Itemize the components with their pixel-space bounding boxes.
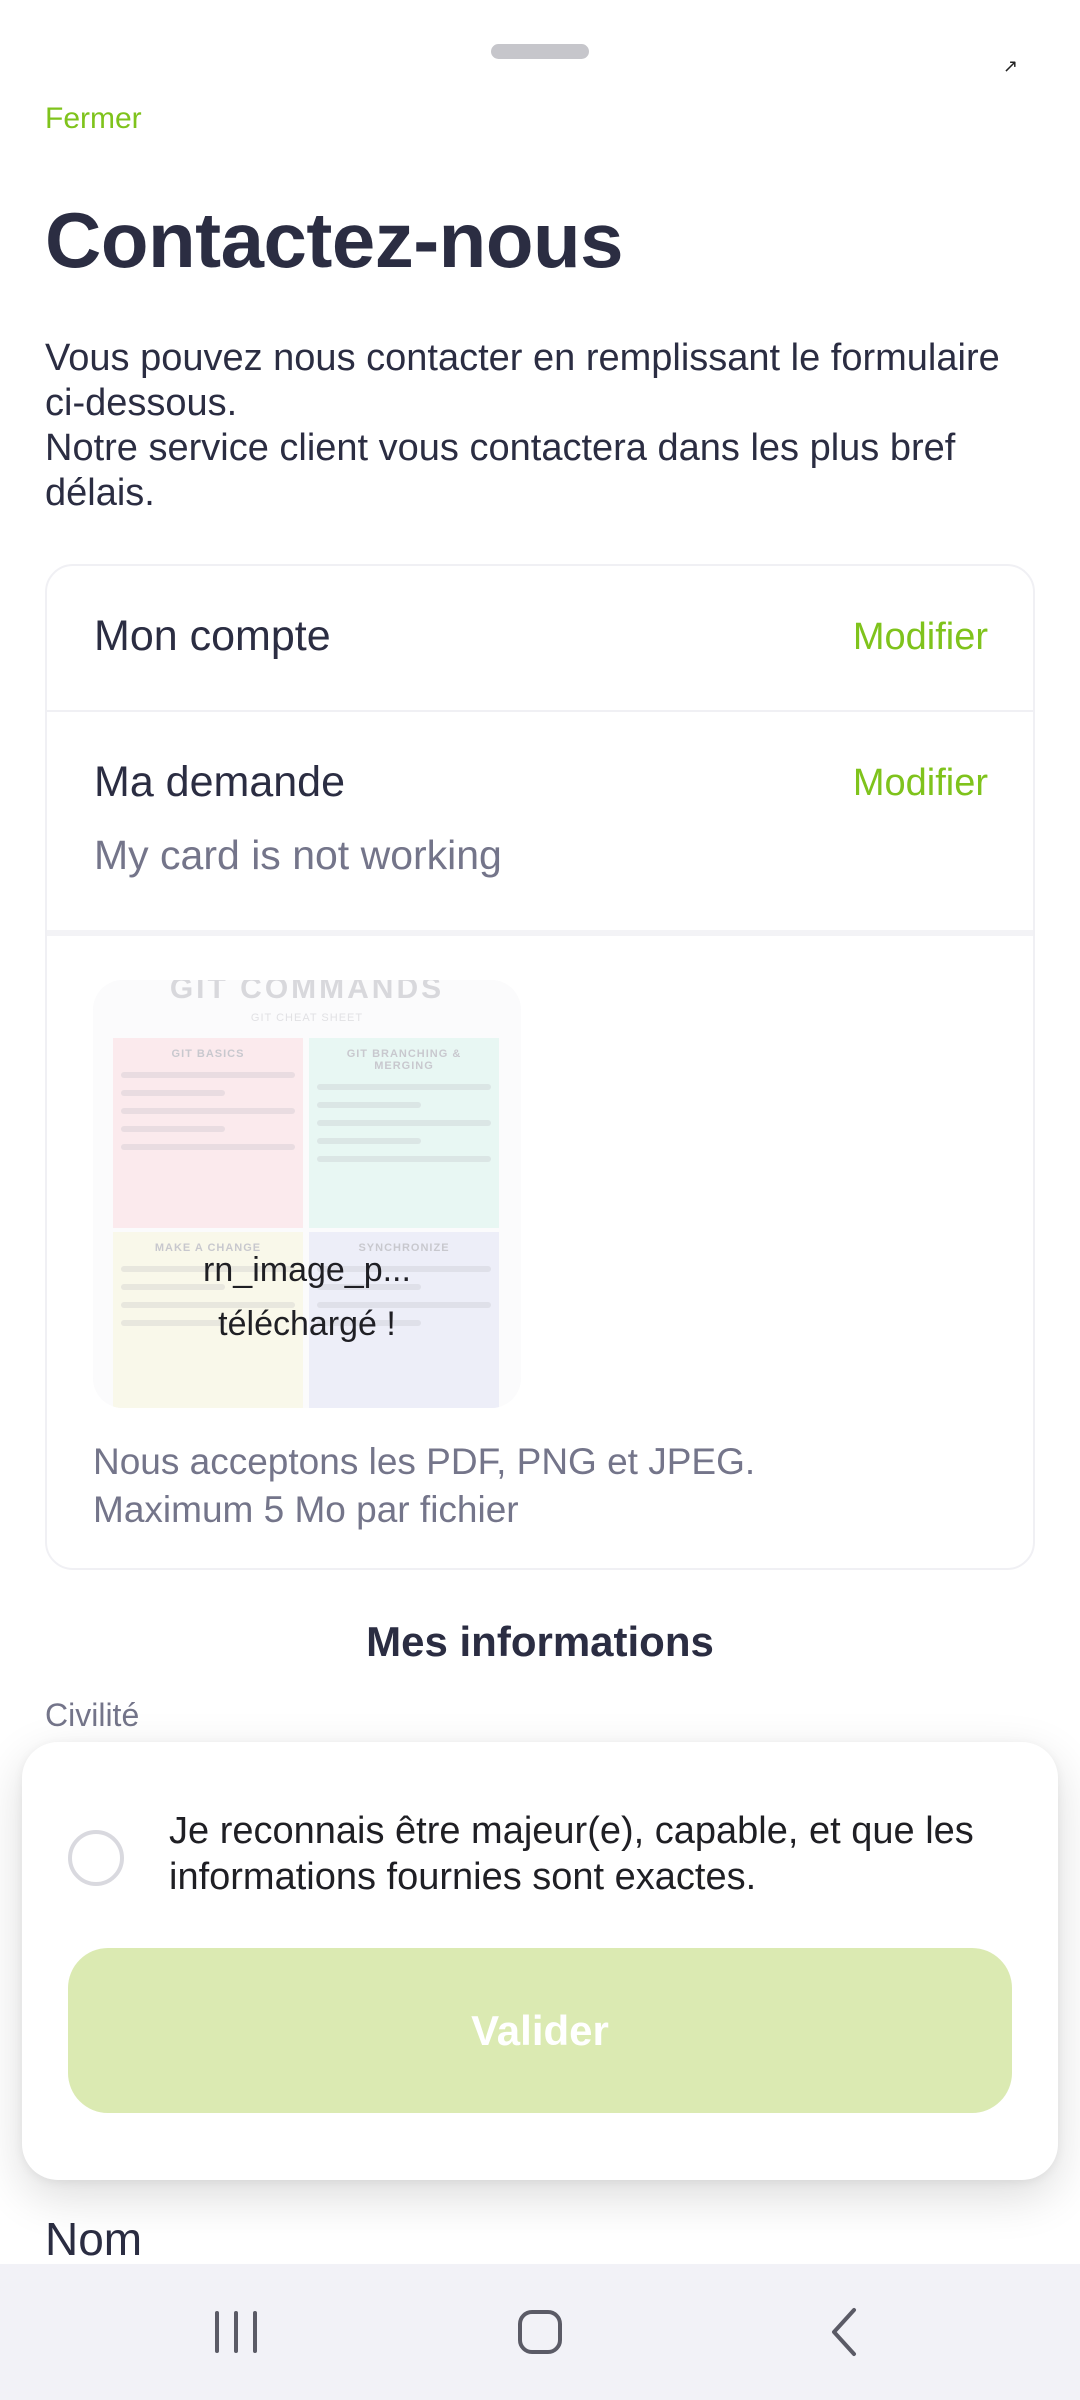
account-row-label: Mon compte — [94, 612, 331, 660]
upload-filename: rn_image_p... — [203, 1251, 411, 1289]
consent-text[interactable]: Je reconnais être majeur(e), capable, et… — [169, 1808, 1029, 1900]
consent-modal: Je reconnais être majeur(e), capable, et… — [22, 1742, 1058, 2180]
accepted-formats-line: Nous acceptons les PDF, PNG et JPEG. — [93, 1441, 756, 1482]
sheet-grabber[interactable] — [491, 44, 589, 59]
intro-text: Vous pouvez nous contacter en remplissan… — [45, 336, 1035, 516]
uploaded-image-thumbnail[interactable]: GIT COMMANDS GIT CHEAT SHEET GIT BASICS … — [93, 980, 521, 1408]
accepted-formats-text: Nous acceptons les PDF, PNG et JPEG. Max… — [93, 1438, 755, 1534]
recent-apps-icon[interactable] — [176, 2294, 296, 2370]
civility-label: Civilité — [45, 1697, 140, 1733]
validate-button[interactable]: Valider — [68, 1948, 1012, 2113]
upload-status: téléchargé ! — [218, 1305, 396, 1343]
name-label: Nom — [45, 2213, 143, 2265]
account-edit-button[interactable]: Modifier — [853, 616, 988, 659]
request-row-label: Ma demande — [94, 758, 345, 806]
close-link[interactable]: Fermer — [45, 102, 142, 136]
home-icon[interactable] — [480, 2294, 600, 2370]
request-edit-button[interactable]: Modifier — [853, 762, 988, 805]
intro-line-2: Notre service client vous contactera dan… — [45, 427, 956, 514]
system-nav-bar — [0, 2264, 1080, 2400]
request-row: Ma demande Modifier My card is not worki… — [47, 712, 1033, 934]
account-row: Mon compte Modifier — [47, 566, 1033, 710]
section-title: Mes informations — [366, 1618, 714, 1665]
consent-radio[interactable] — [68, 1830, 124, 1886]
max-size-line: Maximum 5 Mo par fichier — [93, 1489, 519, 1530]
back-icon[interactable] — [784, 2294, 904, 2370]
divider — [47, 930, 1033, 936]
intro-line-1: Vous pouvez nous contacter en remplissan… — [45, 337, 1000, 424]
status-indicator-icon: ↗ — [1003, 56, 1019, 76]
request-subject: My card is not working — [94, 832, 502, 878]
page-title: Contactez-nous — [45, 196, 624, 284]
